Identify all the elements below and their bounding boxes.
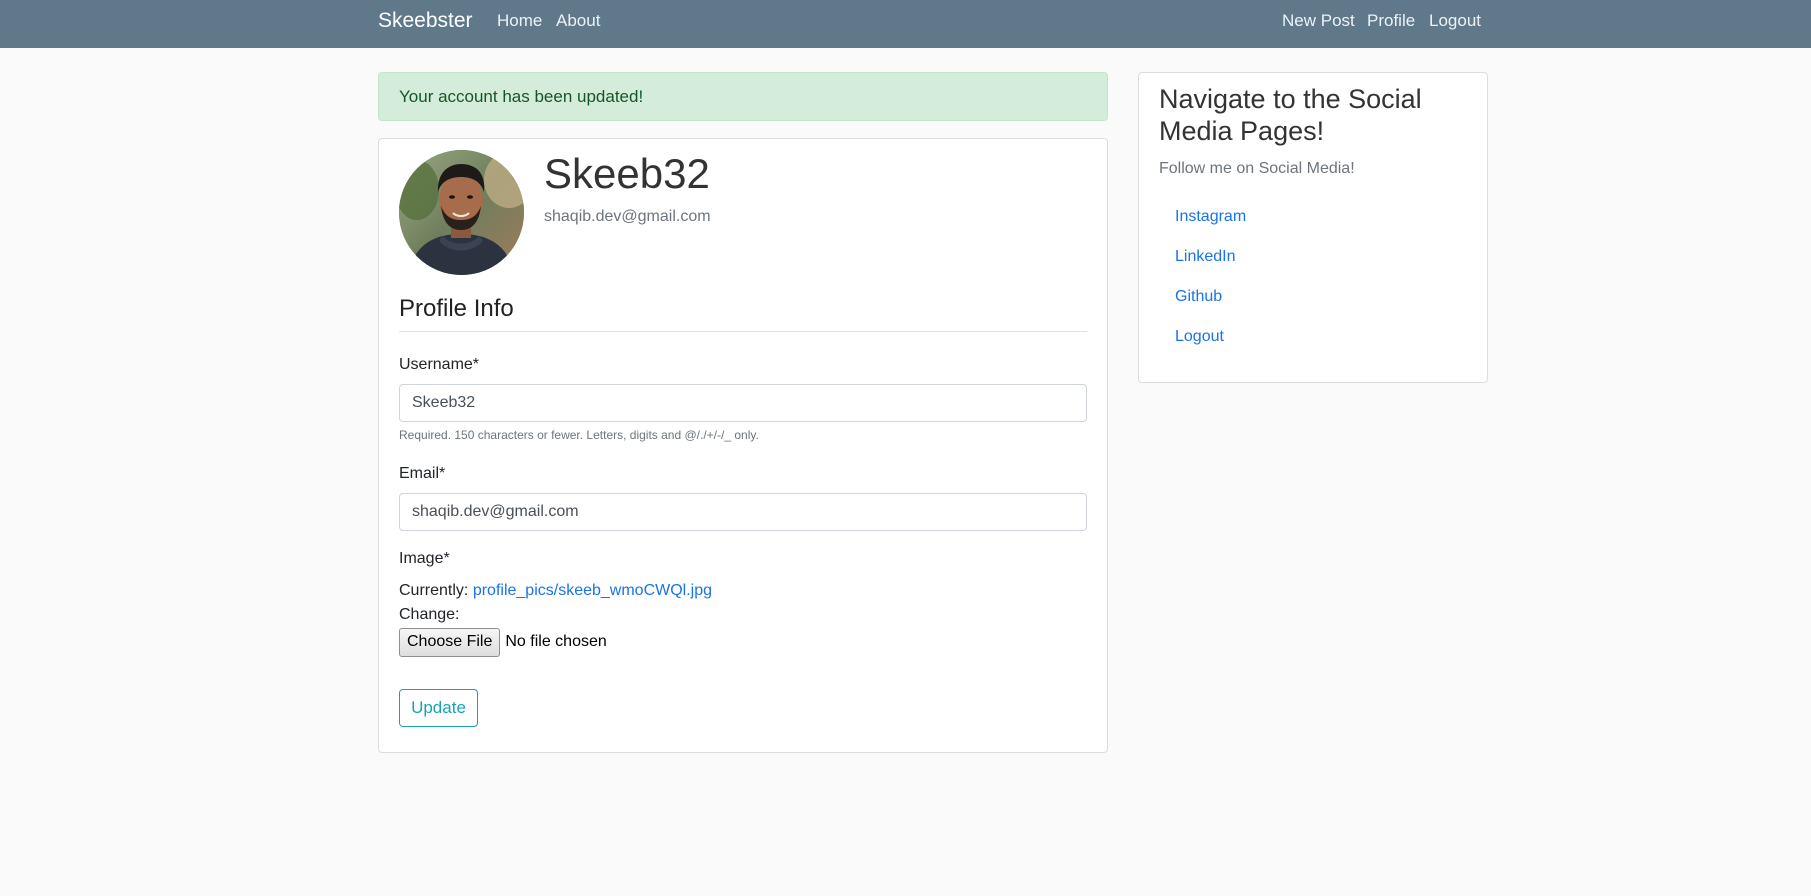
update-button[interactable]: Update xyxy=(399,689,478,727)
top-navbar: Skeebster Home About New Post Profile Lo… xyxy=(0,0,1811,48)
avatar-photo-icon xyxy=(399,150,524,275)
currently-label: Currently: xyxy=(399,582,469,599)
profile-username-heading: Skeeb32 xyxy=(544,150,710,197)
current-image-row: Currently: profile_pics/skeeb_wmoCWQl.jp… xyxy=(399,581,712,601)
alert-message: Your account has been updated! xyxy=(399,87,644,106)
email-input[interactable] xyxy=(399,493,1087,531)
nav-about-link[interactable]: About xyxy=(556,11,600,30)
username-help-text: Required. 150 characters or fewer. Lette… xyxy=(399,428,759,442)
sidebar-link-logout[interactable]: Logout xyxy=(1175,327,1224,347)
brand-logo-link[interactable]: Skeebster xyxy=(378,9,473,32)
change-label: Change: xyxy=(399,606,460,623)
current-image-link[interactable]: profile_pics/skeeb_wmoCWQl.jpg xyxy=(473,582,712,599)
username-label: Username* xyxy=(399,356,480,373)
avatar xyxy=(399,150,524,275)
image-label: Image* xyxy=(399,550,450,567)
social-sidebar: Navigate to the Social Media Pages! Foll… xyxy=(1138,72,1488,383)
profile-info-heading: Profile Info xyxy=(399,295,1087,332)
profile-card: Skeeb32 shaqib.dev@gmail.com Profile Inf… xyxy=(378,138,1108,753)
nav-logout-link[interactable]: Logout xyxy=(1429,11,1481,30)
sidebar-title: Navigate to the Social Media Pages! xyxy=(1159,84,1422,146)
nav-new-post-link[interactable]: New Post xyxy=(1282,11,1355,30)
profile-email-text: shaqib.dev@gmail.com xyxy=(544,208,711,225)
sidebar-link-linkedin[interactable]: LinkedIn xyxy=(1175,247,1236,267)
no-file-chosen-text: No file chosen xyxy=(505,633,607,650)
sidebar-link-github[interactable]: Github xyxy=(1175,287,1222,307)
nav-profile-link[interactable]: Profile xyxy=(1367,11,1415,30)
sidebar-subtitle: Follow me on Social Media! xyxy=(1159,160,1355,177)
sidebar-link-instagram[interactable]: Instagram xyxy=(1175,207,1246,227)
email-label: Email* xyxy=(399,465,446,482)
nav-home-link[interactable]: Home xyxy=(497,11,542,30)
success-alert: Your account has been updated! xyxy=(378,72,1108,121)
username-input[interactable] xyxy=(399,384,1087,422)
file-input: Choose File No file chosen xyxy=(399,627,607,657)
choose-file-button[interactable]: Choose File xyxy=(399,627,501,657)
